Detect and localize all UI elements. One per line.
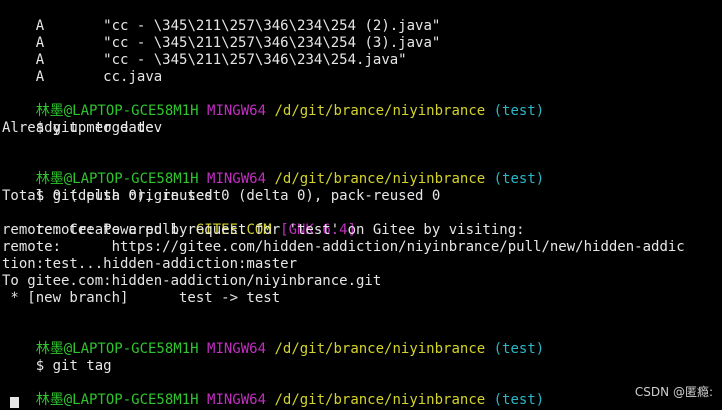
prompt-cwd: /d/git/brance/niyinbrance: [274, 171, 486, 187]
prompt-branch: (test): [493, 171, 545, 187]
terminal-window[interactable]: A "cc - \345\211\257\346\234\254 (2).jav…: [0, 0, 722, 410]
status-code: A: [35, 69, 45, 85]
git-status-line: A "cc - \345\211\257\346\234\254 (2).jav…: [2, 1, 441, 34]
prompt-branch: (test): [493, 103, 545, 119]
command-output: Total 0 (delta 0), reused 0 (delta 0), p…: [2, 188, 441, 204]
prompt-cwd: /d/git/brance/niyinbrance: [274, 392, 486, 408]
command-line: $ git merge dev: [2, 103, 162, 136]
prompt-user-host: 林墨@LAPTOP-GCE58M1H: [35, 392, 199, 408]
prompt-branch: (test): [493, 341, 545, 357]
status-path: cc.java: [103, 69, 163, 85]
git-status-line: A "cc - \345\211\257\346\234\254 (3).jav…: [2, 18, 441, 51]
command-line: $ git push origin test: [2, 171, 221, 204]
command-line[interactable]: $: [2, 392, 44, 410]
command-output: remote: https://gitee.com/hidden-addicti…: [2, 239, 685, 255]
prompt-shell: MINGW64: [207, 103, 267, 119]
command-output: remote: Powered by GITEE.COM [GNK-6.4]: [2, 205, 356, 238]
shell-prompt: 林墨@LAPTOP-GCE58M1H MINGW64 /d/git/brance…: [2, 86, 544, 119]
command-text: git tag: [52, 358, 112, 374]
prompt-shell: MINGW64: [207, 341, 267, 357]
shell-prompt: 林墨@LAPTOP-GCE58M1H MINGW64 /d/git/brance…: [2, 154, 544, 187]
prompt-cwd: /d/git/brance/niyinbrance: [274, 103, 486, 119]
shell-prompt: 林墨@LAPTOP-GCE58M1H MINGW64 /d/git/brance…: [2, 375, 544, 408]
text-cursor: [10, 397, 19, 408]
prompt-cwd: /d/git/brance/niyinbrance: [274, 341, 486, 357]
prompt-branch: (test): [493, 392, 545, 408]
git-status-line: A "cc - \345\211\257\346\234\254.java": [2, 35, 407, 68]
command-output: Already up to date.: [2, 120, 163, 136]
command-output: To gitee.com:hidden-addiction/niyinbranc…: [2, 273, 382, 289]
command-output: * [new branch] test -> test: [2, 290, 281, 306]
command-line: $ git tag: [2, 341, 112, 374]
shell-prompt: 林墨@LAPTOP-GCE58M1H MINGW64 /d/git/brance…: [2, 324, 544, 357]
git-status-line: A cc.java: [2, 52, 162, 85]
csdn-watermark: CSDN @匿瘾:: [634, 385, 713, 399]
prompt-symbol: $: [35, 358, 45, 374]
command-output: remote: Create a pull request for 'test'…: [2, 222, 525, 238]
command-output: tion:test...hidden-addiction:master: [2, 256, 298, 272]
prompt-shell: MINGW64: [207, 392, 267, 408]
